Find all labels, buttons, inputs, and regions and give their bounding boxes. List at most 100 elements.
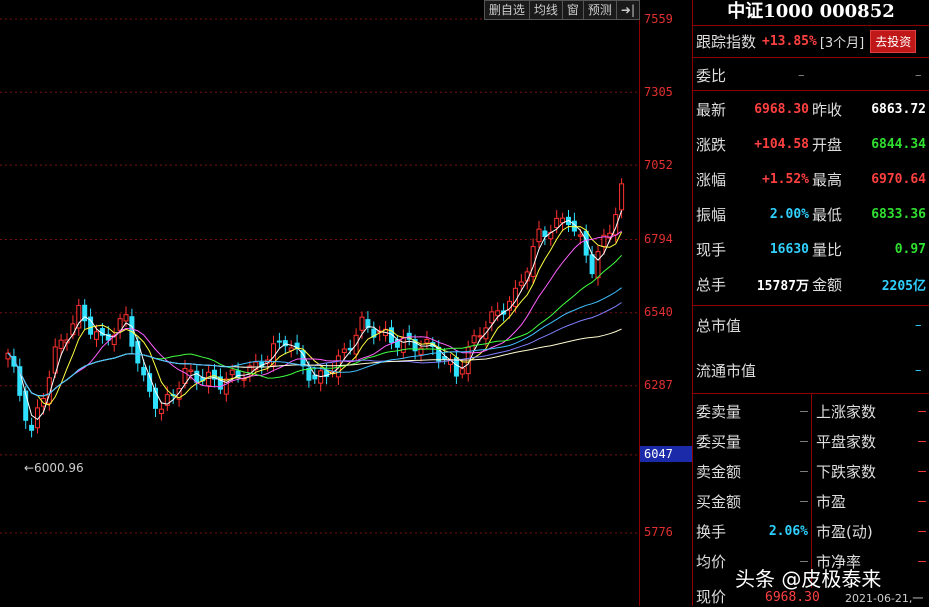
- candle-body: [182, 367, 188, 384]
- candle-body: [471, 335, 477, 344]
- stat-row: 市盈(动) –: [816, 522, 926, 541]
- quote-row: 最新 6968.30 昨收 6863.72: [693, 94, 929, 124]
- remove-watchlist-button[interactable]: 删自选: [485, 1, 530, 19]
- candle-body: [477, 335, 483, 338]
- candle-body: [188, 369, 194, 372]
- candle-body: [94, 331, 99, 340]
- stat-row: 买金额 –: [696, 492, 808, 511]
- candle-body: [542, 230, 548, 237]
- stat-row: 下跌家数 –: [816, 462, 926, 481]
- tracking-value: +13.85%: [762, 33, 817, 49]
- candle-body: [141, 366, 147, 376]
- quote-value: 2205亿: [881, 278, 926, 294]
- candle-body: [70, 323, 76, 336]
- stat-row: 上涨家数 –: [816, 402, 926, 421]
- quote-label: 量比: [812, 240, 843, 259]
- candle-body: [589, 254, 595, 275]
- weibi-row: 委比 – –: [693, 60, 929, 90]
- y-tick: 7559: [644, 12, 673, 26]
- candle-body: [158, 408, 164, 414]
- total-market-value-row: 总市值 –: [696, 316, 922, 335]
- quote-value: +104.58: [754, 136, 809, 152]
- quote-value: +1.52%: [762, 171, 809, 187]
- candle-body: [518, 281, 524, 286]
- index-title: 中证1000 000852: [727, 1, 895, 22]
- quote-label: 振幅: [696, 205, 727, 224]
- tracking-index-row: 跟踪指数 +13.85% [3个月] 去投资: [693, 26, 929, 56]
- stat-row: 委买量 –: [696, 432, 808, 451]
- weibi-label: 委比: [696, 66, 727, 85]
- quote-value: 6970.64: [871, 171, 926, 187]
- candle-body: [206, 371, 212, 387]
- candle-body: [123, 314, 129, 322]
- stat-row: 平盘家数 –: [816, 432, 926, 451]
- quote-label: 最高: [812, 170, 843, 189]
- quote-label: 现手: [696, 240, 727, 259]
- candle-body: [341, 348, 347, 353]
- y-tick: 6794: [644, 232, 673, 246]
- stat-row: 换手 2.06%: [696, 522, 808, 541]
- quote-panel: 中证1000 000852 跟踪指数 +13.85% [3个月] 去投资 委比 …: [692, 0, 929, 606]
- quote-row: 现手 16630 量比 0.97: [693, 234, 929, 264]
- quote-row: 涨幅 +1.52% 最高 6970.64: [693, 164, 929, 194]
- moving-average-line: [7, 210, 623, 421]
- invest-button[interactable]: 去投资: [870, 29, 917, 53]
- quote-label: 最低: [812, 205, 843, 224]
- quote-label: 总手: [696, 275, 727, 294]
- candle-body: [489, 311, 495, 324]
- kline-chart[interactable]: ←6000.96: [0, 0, 640, 606]
- quote-value: 6844.34: [871, 136, 926, 152]
- moving-average-button[interactable]: 均线: [530, 1, 563, 19]
- collapse-panel-icon[interactable]: ➜|: [617, 1, 639, 19]
- y-tick: 5776: [644, 525, 673, 539]
- tracking-label: 跟踪指数: [696, 32, 757, 51]
- quote-value: 6968.30: [754, 101, 809, 117]
- candle-body: [229, 369, 235, 376]
- quote-row: 总手 15787万 金额 2205亿: [693, 269, 929, 299]
- forecast-button[interactable]: 预测: [584, 1, 617, 19]
- quote-label: 涨幅: [696, 170, 727, 189]
- quote-row: 振幅 2.00% 最低 6833.36: [693, 199, 929, 229]
- candle-body: [359, 316, 365, 331]
- candle-body: [554, 217, 560, 229]
- stat-row: 市盈 –: [816, 492, 926, 511]
- y-tick: 6287: [644, 378, 673, 392]
- quote-label: 昨收: [812, 100, 843, 119]
- quote-label: 金额: [812, 275, 843, 294]
- quote-value: 15787万: [756, 278, 809, 294]
- quote-row: 涨跌 +104.58 开盘 6844.34: [693, 129, 929, 159]
- candle-body: [424, 338, 430, 344]
- candle-body: [619, 183, 625, 211]
- tracking-period[interactable]: [3个月]: [820, 32, 864, 51]
- candle-body: [306, 367, 312, 381]
- candle-body: [194, 370, 200, 383]
- candle-body: [29, 424, 35, 431]
- window-button[interactable]: 窗: [563, 1, 584, 19]
- candle-body: [536, 228, 542, 243]
- candle-body: [76, 305, 82, 329]
- candle-body: [459, 368, 465, 375]
- low-price-annotation: ←6000.96: [24, 461, 84, 475]
- quote-value: 6863.72: [871, 101, 926, 117]
- stat-row: 委卖量 –: [696, 402, 808, 421]
- candle-body: [577, 234, 583, 237]
- watermark: 头条 @皮极泰来: [735, 567, 882, 591]
- quote-value: 6833.36: [871, 206, 926, 222]
- y-tick: 6540: [644, 305, 673, 319]
- y-tick: 7305: [644, 85, 673, 99]
- candle-body: [495, 310, 501, 317]
- quote-label: 涨跌: [696, 135, 727, 154]
- stat-row: 卖金额 –: [696, 462, 808, 481]
- chart-toolbar: 删自选 均线 窗 预测 ➜|: [483, 0, 640, 20]
- quote-value: 16630: [769, 241, 809, 257]
- y-tick: 7052: [644, 158, 673, 172]
- candle-body: [276, 340, 282, 343]
- float-market-value-row: 流通市值 –: [696, 361, 922, 380]
- candle-body: [58, 339, 64, 349]
- quote-value: 0.97: [894, 241, 926, 257]
- quote-label: 最新: [696, 100, 727, 119]
- current-price-marker: 6047: [640, 446, 692, 462]
- price-axis: 7559 7305 7052 6794 6540 6287 6047 5776: [640, 0, 692, 606]
- quote-value: 2.00%: [769, 206, 809, 222]
- quote-label: 开盘: [812, 135, 843, 154]
